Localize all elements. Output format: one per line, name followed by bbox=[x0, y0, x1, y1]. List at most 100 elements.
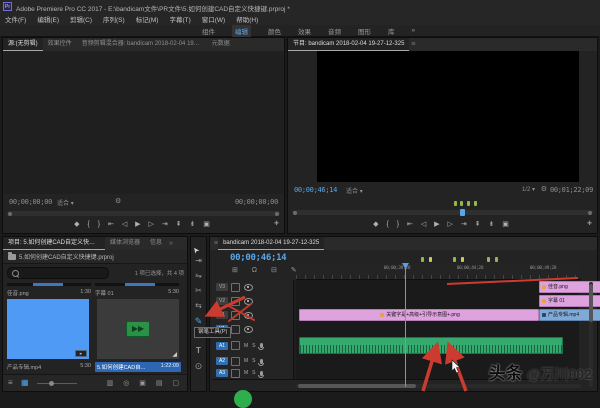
solo-button[interactable]: S bbox=[252, 358, 255, 364]
menu-window[interactable]: 窗口(W) bbox=[202, 14, 225, 24]
workspace-tab-effects[interactable]: 效果 bbox=[298, 26, 311, 36]
source-transport-controls[interactable]: ◆ { } ⇤ ◁ ▶ ▷ ⇥ ⇞ ⇟ ▣ bbox=[3, 220, 284, 228]
workspace-tab-editing[interactable]: 编辑 bbox=[232, 24, 251, 37]
workspace-overflow-icon[interactable]: » bbox=[412, 27, 416, 34]
timeline-marker[interactable] bbox=[429, 257, 432, 262]
sync-lock-icon[interactable] bbox=[231, 368, 240, 378]
track-output-eye-icon[interactable] bbox=[244, 297, 253, 305]
panel-menu-icon[interactable]: ≡ bbox=[411, 41, 415, 48]
menu-file[interactable]: 文件(F) bbox=[5, 14, 26, 24]
track-v1-header[interactable]: V1 bbox=[212, 308, 294, 322]
program-fit-dropdown[interactable]: 适合 ▾ bbox=[346, 186, 363, 195]
source-settings-wrench-icon[interactable]: ⚙ bbox=[115, 197, 121, 205]
solo-button[interactable]: S bbox=[252, 343, 255, 349]
timeline-playhead-line[interactable] bbox=[405, 268, 406, 387]
project-toolbar-right-icons[interactable]: ▥ ◎ ▣ ▤ ▢ bbox=[107, 379, 183, 387]
program-settings-wrench-icon[interactable]: ⚙ bbox=[541, 185, 547, 193]
timeline-timecode[interactable]: 00;00;46;14 bbox=[230, 253, 287, 263]
track-a1-header[interactable]: A1 M S bbox=[212, 336, 294, 355]
selection-tool-icon[interactable]: ➤ bbox=[190, 241, 206, 256]
razor-tool-icon[interactable]: ✂ bbox=[195, 286, 202, 301]
project-item-thumbnail-image[interactable]: ▸ bbox=[7, 299, 89, 359]
source-scrubber[interactable] bbox=[7, 211, 280, 216]
menu-help[interactable]: 帮助(H) bbox=[236, 14, 258, 24]
project-search-input[interactable] bbox=[7, 267, 109, 279]
timeline-marker[interactable] bbox=[487, 257, 490, 262]
timeline-marker[interactable] bbox=[495, 257, 498, 262]
track-select-tool-icon[interactable]: ⇥ bbox=[195, 256, 202, 271]
menu-edit[interactable]: 编辑(E) bbox=[37, 14, 59, 24]
tab-timeline-sequence[interactable]: bandicam 2018-02-04 19-27-12-325 bbox=[218, 237, 325, 250]
tab-effect-controls[interactable]: 效果控件 bbox=[43, 38, 77, 51]
program-playhead-thumb[interactable] bbox=[460, 209, 465, 216]
track-output-eye-icon[interactable] bbox=[244, 325, 253, 333]
ripple-edit-tool-icon[interactable]: ⇋ bbox=[195, 271, 202, 286]
timeline-marker[interactable] bbox=[421, 257, 424, 262]
mute-button[interactable]: M bbox=[244, 370, 248, 376]
tab-media-browser[interactable]: 媒体浏览器 bbox=[105, 237, 145, 250]
slip-tool-icon[interactable]: ⇆ bbox=[195, 301, 202, 316]
sync-lock-icon[interactable] bbox=[231, 282, 240, 292]
track-v3-header[interactable]: V3 bbox=[212, 280, 294, 294]
track-output-eye-icon[interactable] bbox=[244, 283, 253, 291]
tab-program[interactable]: 节目: bandicam 2018-02-04 19-27-12-325 bbox=[288, 38, 410, 51]
tab-audio-clip-mixer[interactable]: 音频剪辑混合器: bandicam 2018-02-04 19-27-12-32… bbox=[77, 38, 207, 51]
workspace-tab-color[interactable]: 颜色 bbox=[268, 26, 281, 36]
clip-a1-audio[interactable] bbox=[299, 337, 563, 354]
source-patch-badge[interactable]: A1 bbox=[216, 341, 228, 350]
track-target-badge[interactable]: V2 bbox=[216, 297, 228, 305]
project-item-caption[interactable]: 佳音.png 1:30 bbox=[7, 289, 91, 297]
item-scrub-bar[interactable] bbox=[7, 283, 91, 286]
sync-lock-icon[interactable] bbox=[231, 324, 240, 334]
voiceover-mic-icon[interactable] bbox=[257, 343, 264, 350]
track-v2-header[interactable]: V2 bbox=[212, 294, 294, 308]
track-target-badge[interactable]: V3 bbox=[216, 283, 228, 291]
tab-metadata[interactable]: 元数据 bbox=[207, 38, 235, 51]
timeline-marker[interactable] bbox=[461, 257, 464, 262]
sync-lock-icon[interactable] bbox=[231, 341, 240, 350]
project-item-caption[interactable]: 产品专辑.mp4 5:30 bbox=[7, 363, 91, 371]
tab-source[interactable]: 源:(无剪辑) bbox=[3, 38, 43, 51]
track-a3-header[interactable]: A3 M S bbox=[212, 367, 294, 379]
menu-markers[interactable]: 标记(M) bbox=[136, 14, 159, 24]
track-output-eye-icon[interactable] bbox=[244, 311, 253, 319]
program-scale-dropdown[interactable]: 1/2 ▾ bbox=[522, 186, 535, 193]
tab-overflow-icon[interactable]: » bbox=[169, 240, 173, 247]
program-scrubber[interactable] bbox=[292, 209, 593, 216]
menu-sequence[interactable]: 序列(S) bbox=[103, 14, 125, 24]
source-button-editor-icon[interactable]: ✚ bbox=[274, 220, 279, 227]
solo-button[interactable]: S bbox=[252, 370, 255, 376]
workspace-tab-graphics[interactable]: 图形 bbox=[358, 26, 371, 36]
tab-project[interactable]: 项目: 5.如何创建CAD自定义快捷键 bbox=[3, 237, 105, 250]
sync-lock-icon[interactable] bbox=[231, 296, 240, 306]
project-item-thumbnail-sequence[interactable]: ▶▶ ◢ bbox=[97, 299, 179, 359]
voiceover-mic-icon[interactable] bbox=[257, 358, 264, 366]
menu-titles[interactable]: 字幕(T) bbox=[169, 14, 190, 24]
project-item-caption-selected[interactable]: 5.如何创建CAD自... 1:22:09 bbox=[95, 362, 181, 372]
workspace-tab-libraries[interactable]: 库 bbox=[388, 26, 395, 36]
tab-info[interactable]: 信息 bbox=[145, 237, 167, 250]
source-patch-badge[interactable]: A2 bbox=[216, 357, 228, 365]
item-scrub-bar[interactable] bbox=[95, 283, 179, 286]
project-item-caption[interactable]: 字幕 01 5:30 bbox=[95, 289, 179, 297]
voiceover-mic-icon[interactable] bbox=[257, 370, 264, 378]
program-button-editor-icon[interactable]: ✚ bbox=[587, 220, 592, 227]
icon-view-icon[interactable]: ▦ bbox=[21, 378, 29, 387]
workspace-tab-assembly[interactable]: 组件 bbox=[202, 26, 215, 36]
workspace-tab-audio[interactable]: 音频 bbox=[328, 26, 341, 36]
timeline-ruler[interactable]: 00;00;39;28 00;00;44;28 00;00;49;28 00;0… bbox=[296, 263, 581, 280]
timeline-horizontal-scrollbar[interactable] bbox=[296, 384, 581, 388]
program-transport-controls[interactable]: ◆ { } ⇤ ◁ ▶ ▷ ⇥ ⇞ ⇟ ▣ bbox=[288, 220, 597, 228]
clip-v1-png[interactable]: 关键字是+高级+引导示意图+.png bbox=[299, 309, 539, 321]
zoom-tool-icon[interactable]: ⊙ bbox=[195, 361, 203, 376]
mute-button[interactable]: M bbox=[244, 358, 248, 364]
mute-button[interactable]: M bbox=[244, 343, 248, 349]
zoom-slider[interactable] bbox=[37, 381, 77, 386]
track-target-badge[interactable]: V1 bbox=[216, 311, 228, 319]
track-a2-header[interactable]: A2 M S bbox=[212, 355, 294, 367]
list-view-icon[interactable]: ≡ bbox=[8, 378, 13, 387]
timeline-toolbar-icons[interactable]: ⊞ Ω ⊟ ✎ bbox=[232, 266, 303, 274]
project-breadcrumb[interactable]: 5.如何创建CAD自定义快捷键.prproj bbox=[3, 250, 187, 264]
source-patch-badge[interactable]: A3 bbox=[216, 369, 228, 377]
type-tool-icon[interactable]: T bbox=[196, 346, 201, 361]
